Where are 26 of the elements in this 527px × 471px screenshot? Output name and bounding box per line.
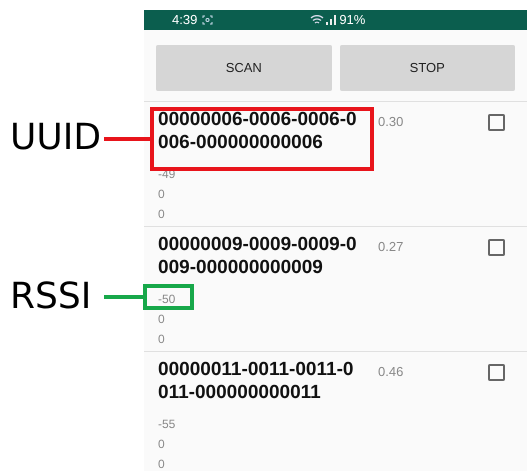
value-text: 0 [158,436,166,452]
value-text: 0 [158,456,166,471]
annotation-label: RSSI [10,277,92,317]
checkbox[interactable] [488,364,505,380]
uuid-text: 00000006-0006-0006-0006-000000000006 [158,108,358,154]
checkbox[interactable] [488,114,505,130]
distance-text: 0.27 [378,238,404,254]
signal-icon [326,14,336,25]
value-text: 0 [158,330,166,348]
rssi-text: -50 [158,290,176,308]
screenshot-icon [202,14,214,25]
distance-text: 0.46 [378,364,404,380]
wifi-icon [310,14,324,26]
uuid-text: 00000009-0009-0009-0009-000000000009 [158,232,358,278]
clock-text: 4:39 [172,11,198,29]
annotation-label: UUID [10,118,102,158]
action-button[interactable]: STOP [340,44,515,90]
distance-text: 0.30 [378,114,404,130]
value-text: 0 [158,186,166,202]
value-text: 0 [158,310,166,328]
action-button[interactable]: SCAN [156,44,332,90]
uuid-text: 00000011-0011-0011-0011-000000000011 [158,358,354,404]
checkbox[interactable] [488,238,505,256]
value-text: 0 [158,206,166,222]
rssi-text: -55 [158,416,176,432]
battery-text: 91% [339,11,366,29]
